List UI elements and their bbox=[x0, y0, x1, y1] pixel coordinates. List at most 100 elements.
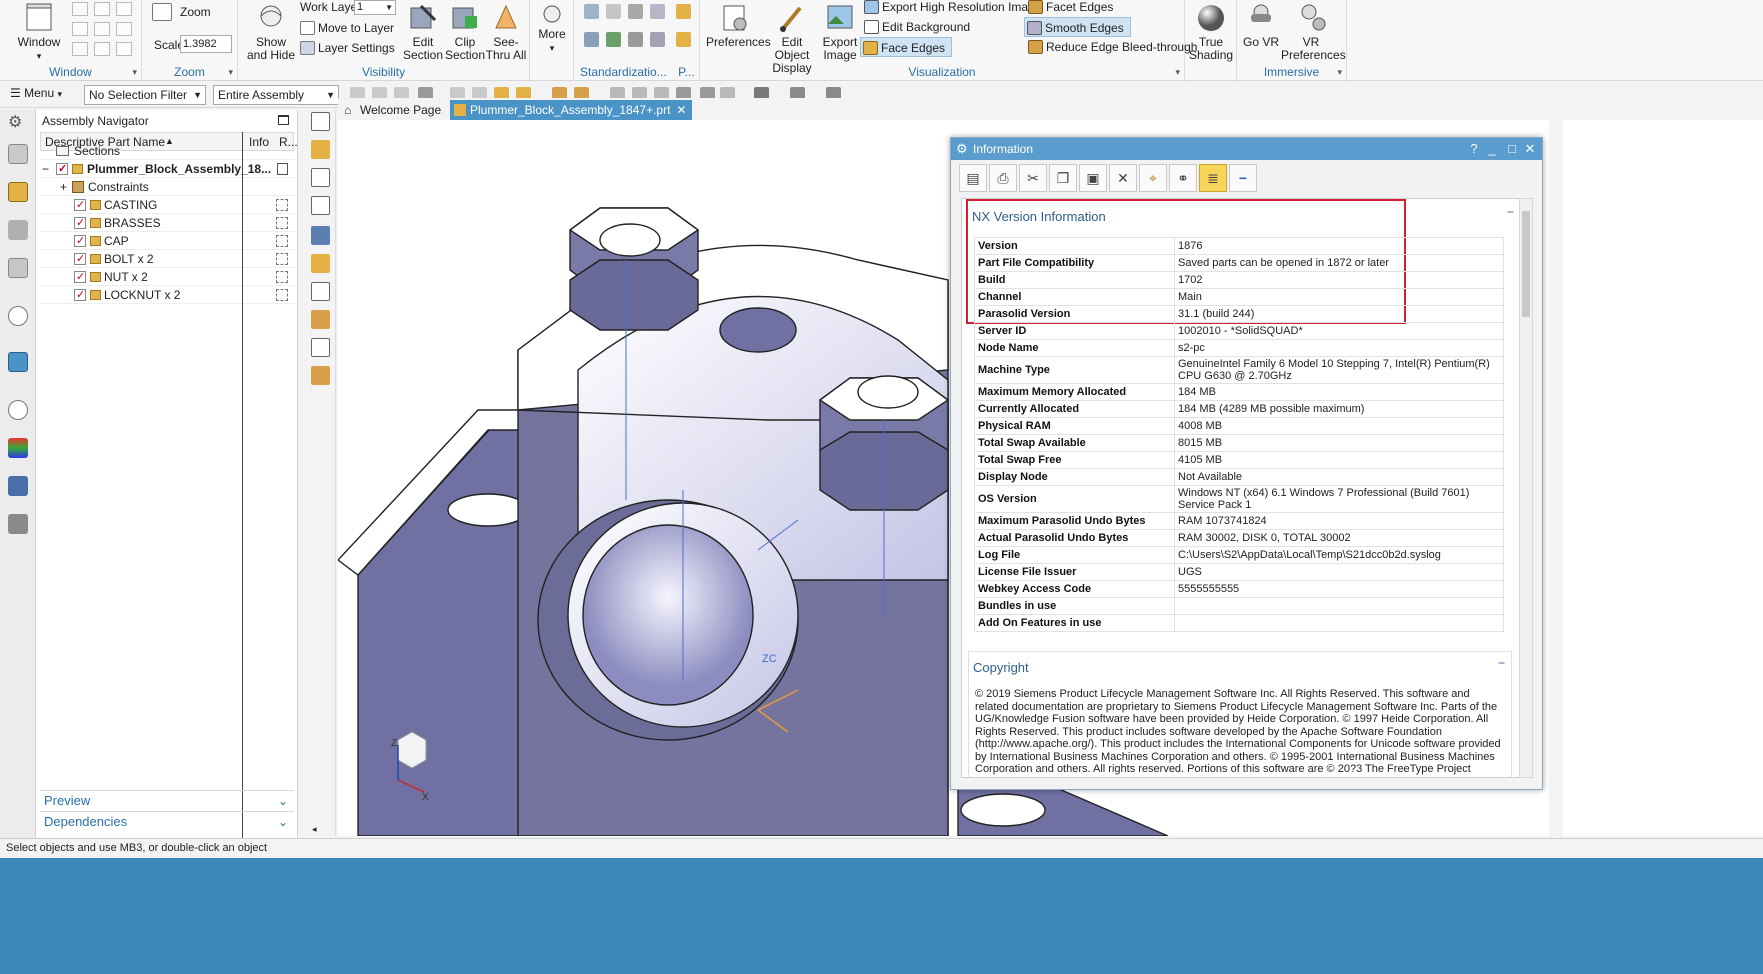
close-tab-icon[interactable]: ✕ bbox=[676, 100, 686, 120]
close-view-icon[interactable] bbox=[311, 112, 330, 131]
reduce-edge-bleed-through-toggle[interactable]: Reduce Edge Bleed-through bbox=[1026, 37, 1197, 57]
print-icon[interactable]: ⎙ bbox=[989, 164, 1017, 192]
tree-row-part[interactable]: BOLT x 2 bbox=[40, 250, 294, 268]
standard-icon-3[interactable] bbox=[628, 4, 643, 19]
visibility-checkbox[interactable] bbox=[74, 232, 86, 250]
standard-icon-10[interactable] bbox=[676, 32, 691, 47]
reuse-library-icon[interactable] bbox=[8, 258, 28, 278]
window-button[interactable]: Window ▾ bbox=[10, 2, 68, 63]
gear-icon[interactable]: ⚙ bbox=[8, 112, 28, 132]
tab-welcome-page[interactable]: ⌂ Welcome Page bbox=[340, 100, 449, 120]
layer-settings-button[interactable]: Layer Settings bbox=[298, 38, 395, 58]
information-window[interactable]: ⚙ Information ? _ □ ✕ ▤ ⎙ ✂ ❐ ▣ ✕ ⌖ ⚭ ≣ … bbox=[950, 137, 1543, 790]
mirror-assembly-icon[interactable] bbox=[311, 226, 330, 245]
minimize-icon[interactable]: _ bbox=[1483, 138, 1501, 160]
visibility-checkbox[interactable] bbox=[74, 268, 86, 286]
chevron-down-icon[interactable]: ▾ bbox=[228, 67, 233, 78]
assembly-navigator-icon[interactable] bbox=[8, 182, 28, 202]
standard-icon-2[interactable] bbox=[606, 4, 621, 19]
exploded-view-icon[interactable] bbox=[311, 338, 330, 357]
wrap-icon[interactable]: ≣ bbox=[1199, 164, 1227, 192]
edit-section-button[interactable]: Edit Section bbox=[403, 2, 443, 62]
collapse-icon[interactable]: − bbox=[42, 160, 49, 178]
standard-icon-9[interactable] bbox=[650, 32, 665, 47]
move-component-icon[interactable] bbox=[311, 282, 330, 301]
visibility-checkbox[interactable] bbox=[56, 160, 68, 178]
vr-preferences-button[interactable]: VR Preferences bbox=[1281, 2, 1346, 62]
standard-icon-1[interactable] bbox=[584, 4, 599, 19]
collapse-icon[interactable]: − bbox=[1229, 164, 1257, 192]
analysis-icon[interactable] bbox=[8, 438, 28, 458]
face-edges-toggle[interactable]: Face Edges bbox=[860, 37, 953, 57]
tree-row-part[interactable]: CAP bbox=[40, 232, 294, 250]
close-icon[interactable]: ✕ bbox=[1521, 138, 1539, 160]
tree-row-part[interactable]: NUT x 2 bbox=[40, 268, 294, 286]
tree-row-part[interactable]: BRASSES bbox=[40, 214, 294, 232]
cut-icon[interactable]: ✂ bbox=[1019, 164, 1047, 192]
visibility-checkbox[interactable] bbox=[74, 196, 86, 214]
part-navigator-icon[interactable] bbox=[8, 144, 28, 164]
work-layer-select[interactable]: 1 ▼ bbox=[354, 0, 396, 15]
maximize-icon[interactable] bbox=[278, 115, 289, 125]
see-thru-all-button[interactable]: See-Thru All bbox=[485, 2, 527, 62]
tab-part-file[interactable]: Plummer_Block_Assembly_1847+.prt ✕ bbox=[450, 100, 693, 120]
arrangements-icon[interactable] bbox=[311, 310, 330, 329]
constraint-navigator-icon[interactable] bbox=[8, 220, 28, 240]
dependencies-panel-header[interactable]: Dependencies ⌄ bbox=[40, 811, 294, 831]
vertical-scrollbar[interactable] bbox=[1519, 198, 1533, 778]
maximize-icon[interactable]: □ bbox=[1503, 138, 1521, 160]
edit-component-icon[interactable] bbox=[311, 196, 330, 215]
manufacturing-icon[interactable] bbox=[8, 514, 28, 534]
visibility-checkbox[interactable] bbox=[74, 214, 86, 232]
visibility-checkbox[interactable] bbox=[74, 286, 86, 304]
scope-select[interactable]: Entire Assembly ▼ bbox=[213, 85, 339, 105]
tree-row-part[interactable]: CASTING bbox=[40, 196, 294, 214]
export-image-button[interactable]: Export Image bbox=[820, 2, 860, 62]
add-component-icon[interactable] bbox=[311, 140, 330, 159]
menu-button[interactable]: ☰ Menu ▾ bbox=[10, 86, 62, 100]
information-titlebar[interactable]: ⚙ Information ? _ □ ✕ bbox=[951, 138, 1542, 160]
chevron-down-icon[interactable]: ▾ bbox=[1337, 67, 1342, 78]
standard-icon-8[interactable] bbox=[628, 32, 643, 47]
layout-icon-9[interactable] bbox=[116, 42, 132, 56]
layout-icon-7[interactable] bbox=[72, 42, 88, 56]
visibility-checkbox[interactable] bbox=[74, 250, 86, 268]
expand-icon[interactable]: + bbox=[60, 178, 67, 196]
info-icon[interactable] bbox=[8, 306, 28, 326]
move-to-layer-button[interactable]: Move to Layer bbox=[298, 18, 394, 38]
scrollbar-thumb[interactable] bbox=[1522, 211, 1530, 317]
new-component-icon[interactable] bbox=[311, 168, 330, 187]
smooth-edges-toggle[interactable]: Smooth Edges bbox=[1024, 17, 1131, 37]
edit-background-button[interactable]: Edit Background bbox=[862, 17, 970, 37]
scale-input[interactable]: 1.3982 bbox=[180, 35, 232, 53]
clip-section-button[interactable]: Clip Section bbox=[445, 2, 485, 62]
chevron-down-icon[interactable]: ▾ bbox=[1175, 67, 1180, 78]
go-vr-button[interactable]: Go VR bbox=[1243, 2, 1279, 49]
zoom-button[interactable]: Zoom bbox=[152, 2, 211, 22]
export-hires-image-button[interactable]: Export High Resolution Image bbox=[862, 0, 1041, 17]
binoculars-icon[interactable]: ⚭ bbox=[1169, 164, 1197, 192]
tree-row-constraints[interactable]: + Constraints bbox=[40, 178, 294, 196]
tree-row-root-assembly[interactable]: − Plummer_Block_Assembly_18... bbox=[40, 160, 294, 178]
save-icon[interactable]: ▤ bbox=[959, 164, 987, 192]
show-and-hide-button[interactable]: Show and Hide bbox=[246, 2, 296, 62]
layout-icon-4[interactable] bbox=[72, 22, 88, 36]
standard-icon-7[interactable] bbox=[606, 32, 621, 47]
layout-icon-8[interactable] bbox=[94, 42, 110, 56]
more-button[interactable]: More ▾ bbox=[534, 2, 570, 55]
standard-icon-5[interactable] bbox=[676, 4, 691, 19]
wave-geometry-icon[interactable] bbox=[311, 366, 330, 385]
layout-icon-6[interactable] bbox=[116, 22, 132, 36]
tree-row-sections[interactable]: Sections bbox=[40, 142, 294, 160]
facet-edges-toggle[interactable]: Facet Edges bbox=[1026, 0, 1113, 17]
selection-filter-select[interactable]: No Selection Filter ▼ bbox=[84, 85, 206, 105]
assembly-constraints-icon[interactable] bbox=[311, 254, 330, 273]
help-icon[interactable]: ? bbox=[1465, 138, 1483, 160]
collapse-left-icon[interactable]: ◂ bbox=[312, 824, 317, 835]
standard-icon-4[interactable] bbox=[650, 4, 665, 19]
preferences-button[interactable]: Preferences bbox=[706, 2, 771, 49]
column-divider[interactable] bbox=[242, 132, 243, 874]
layout-icon-3[interactable] bbox=[116, 2, 132, 16]
paste-icon[interactable]: ▣ bbox=[1079, 164, 1107, 192]
collapse-section-icon[interactable]: − bbox=[1498, 656, 1505, 670]
